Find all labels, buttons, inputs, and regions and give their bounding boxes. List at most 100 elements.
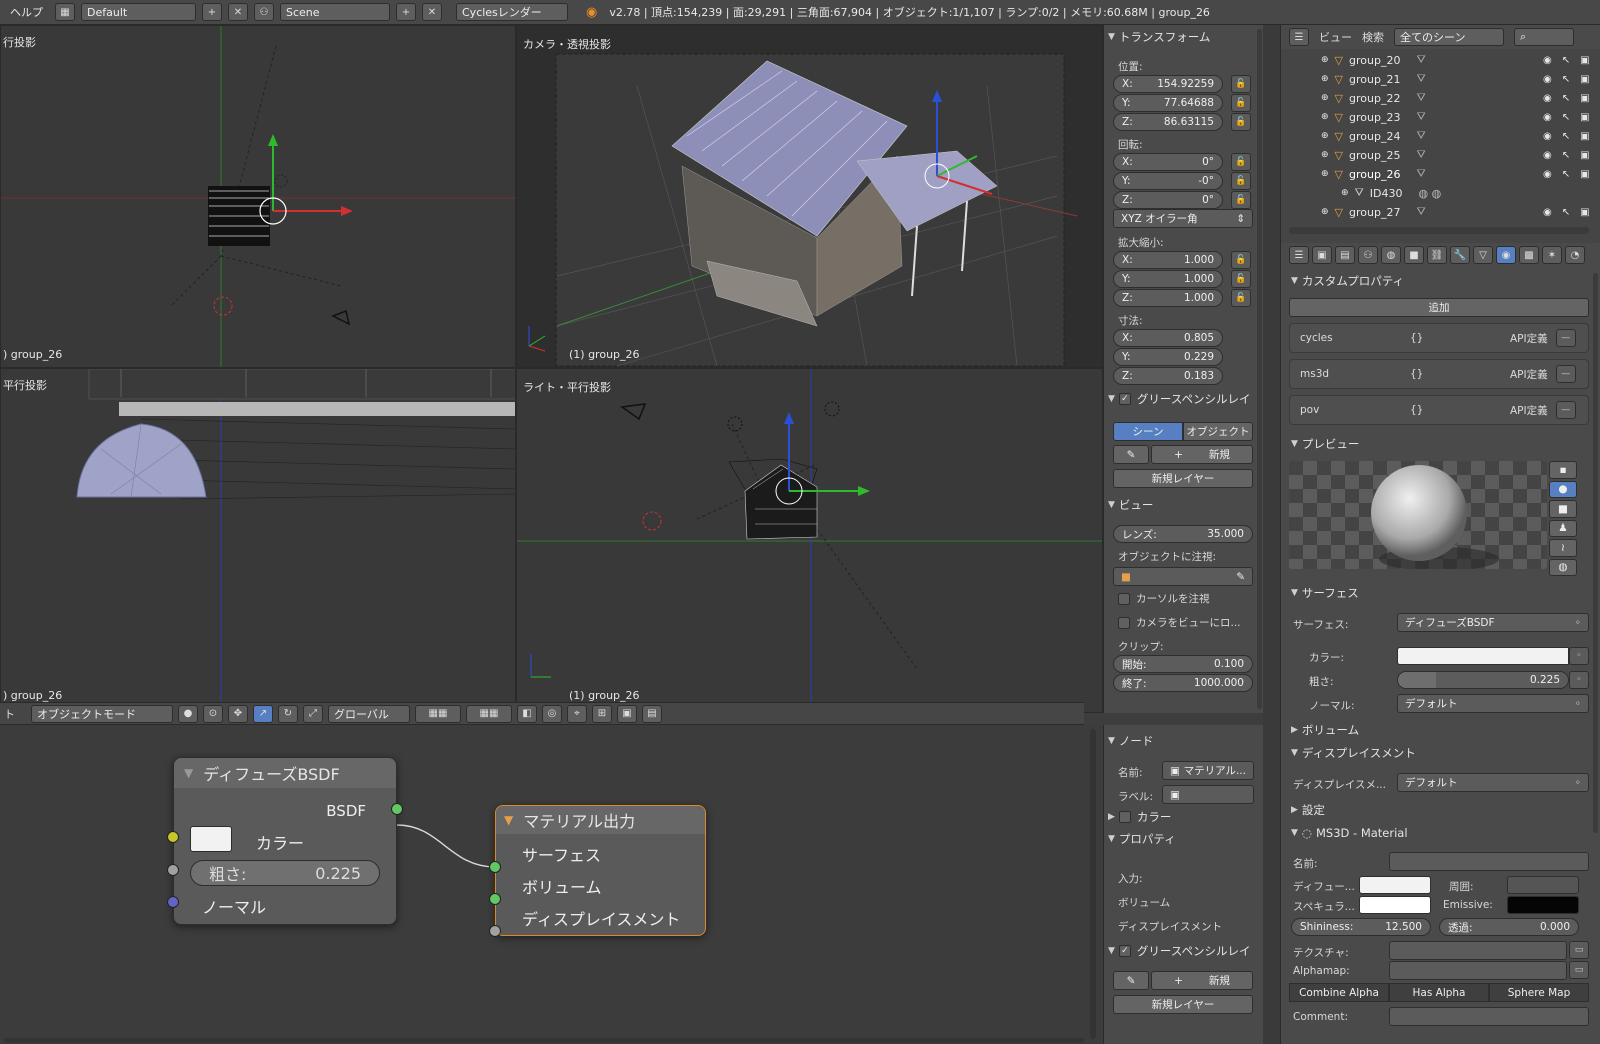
transparency-field[interactable]: 透過: 0.000 (1439, 918, 1579, 936)
lock-object-field[interactable]: ■ ✎ (1113, 567, 1253, 586)
opengl-render-icon[interactable]: ▣ (617, 704, 637, 723)
node-color-checkbox[interactable] (1118, 811, 1131, 823)
collapse-triangle-icon[interactable]: ▼ (504, 813, 513, 827)
node-color-header[interactable]: ▶ カラー (1104, 807, 1171, 827)
expand-icon[interactable]: ⊕ (1321, 169, 1329, 179)
expand-icon[interactable]: ⊕ (1321, 55, 1329, 65)
new-layer-button[interactable]: 新規レイヤー (1113, 469, 1253, 488)
expand-icon[interactable]: ⊕ (1321, 150, 1329, 160)
remove-scene-icon[interactable]: ✕ (422, 3, 442, 21)
cursor-icon[interactable]: ↖ (1562, 169, 1570, 180)
scene-field[interactable]: Scene (280, 3, 390, 21)
rotation-x-field[interactable]: X: 0° (1113, 153, 1223, 171)
displacement-input-socket[interactable] (489, 925, 501, 937)
texture-tab-icon[interactable]: ▩ (1519, 246, 1539, 264)
dimensions-y-field[interactable]: Y: 0.229 (1113, 348, 1223, 366)
location-x-field[interactable]: X: 154.92259 (1113, 75, 1223, 93)
camera-icon[interactable]: ▣ (1580, 93, 1589, 104)
editor-menu-fragment[interactable]: ト (4, 706, 26, 722)
node-grease-header[interactable]: ▼ ✓ グリースペンシルレイ (1104, 941, 1251, 961)
cursor-icon[interactable]: ↖ (1562, 93, 1570, 104)
dimensions-z-field[interactable]: Z: 0.183 (1113, 367, 1223, 385)
expand-icon[interactable]: ⊕ (1321, 207, 1329, 217)
material-output-node[interactable]: ▼ マテリアル出力 サーフェス ボリューム ディスプレイスメント (495, 805, 706, 936)
expand-icon[interactable]: ⊕ (1321, 112, 1329, 122)
viewport-light[interactable]: ライト・平行投影 (1) group_26 (516, 368, 1103, 713)
lock-icon[interactable]: 🔓 (1231, 153, 1251, 171)
camera-icon[interactable]: ▣ (1580, 112, 1589, 123)
outliner-item[interactable]: ⊕ ▽ group_20 ⛛ ◉ ↖ ▣ (1321, 51, 1590, 69)
ms3d-name-field[interactable] (1389, 852, 1589, 871)
lens-field[interactable]: レンズ: 35.000 (1113, 525, 1253, 543)
outliner-item[interactable]: ⊕ ▽ group_25 ⛛ ◉ ↖ ▣ (1321, 146, 1590, 164)
tab-object[interactable]: オブジェクト (1183, 422, 1253, 441)
grease-new-button[interactable]: + 新規 (1151, 445, 1253, 464)
lock-icon[interactable]: 🔓 (1231, 113, 1251, 131)
displacement-select[interactable]: デフォルト ◦ (1397, 773, 1589, 792)
lock-icon[interactable]: 🔓 (1231, 172, 1251, 190)
comment-field[interactable] (1389, 1007, 1589, 1026)
outliner-item[interactable]: ⊕ ▽ group_23 ⛛ ◉ ↖ ▣ (1321, 108, 1590, 126)
node-grease-new-button[interactable]: + 新規 (1151, 971, 1253, 990)
rotation-z-field[interactable]: Z: 0° (1113, 191, 1223, 209)
node-editor-scrollbar[interactable] (1090, 729, 1096, 1039)
render-tab-icon[interactable]: ▣ (1312, 246, 1332, 264)
scene-tab-icon[interactable]: ⚇ (1358, 246, 1378, 264)
viewport-top-left[interactable]: 行投影 ) group_26 (0, 25, 516, 368)
eye-icon[interactable]: ◉ (1543, 207, 1552, 218)
cursor-icon[interactable]: ↖ (1562, 131, 1570, 142)
pencil-icon[interactable]: ✎ (1113, 971, 1149, 990)
properties-scrollbar[interactable] (1593, 273, 1598, 833)
add-layout-icon[interactable]: + (202, 3, 222, 21)
orientation-select[interactable]: グローバル (328, 704, 410, 723)
texture-field[interactable] (1389, 941, 1567, 960)
rotation-mode-select[interactable]: XYZ オイラー角 ⇕ (1113, 209, 1253, 228)
pencil-icon[interactable]: ✎ (1113, 445, 1149, 464)
eyedropper-icon[interactable]: ✎ (1236, 571, 1245, 583)
preview-world-icon[interactable]: ◍ (1549, 558, 1577, 576)
texture-folder-icon[interactable]: ▭ (1569, 941, 1589, 959)
preview-header[interactable]: ▼ プレビュー (1287, 434, 1359, 454)
transform-header[interactable]: ▼ トランスフォーム (1104, 27, 1263, 47)
render-engine-select[interactable]: Cyclesレンダー (456, 3, 568, 21)
outliner-item[interactable]: ⊕ ▽ group_26 ⛛ ◉ ↖ ▣ (1321, 165, 1590, 183)
translate-icon[interactable]: ↗ (253, 704, 273, 723)
grease-pencil-header[interactable]: ▼ ✓ グリースペンシルレイ (1104, 389, 1251, 409)
node-grease-checkbox[interactable]: ✓ (1118, 945, 1131, 957)
modifiers-tab-icon[interactable]: 🔧 (1450, 246, 1470, 264)
add-custom-prop-button[interactable]: 追加 (1289, 298, 1589, 317)
manipulator-icon[interactable]: ✥ (228, 704, 248, 723)
surface-input-socket[interactable] (489, 861, 501, 873)
layer-lock-icon[interactable]: ◧ (517, 704, 537, 723)
roughness-slider[interactable]: 0.225 (1397, 671, 1569, 689)
scale-x-field[interactable]: X: 1.000 (1113, 251, 1223, 269)
world-tab-icon[interactable]: ◍ (1381, 246, 1401, 264)
expand-icon[interactable]: ⊕ (1321, 93, 1329, 103)
outliner-item[interactable]: ⊕ ▽ group_21 ⛛ ◉ ↖ ▣ (1321, 70, 1590, 88)
camera-icon[interactable]: ▣ (1580, 74, 1589, 85)
view-header[interactable]: ▼ ビュー (1104, 495, 1153, 515)
remove-prop-icon[interactable]: — (1555, 401, 1576, 419)
camera-icon[interactable]: ▣ (1580, 131, 1589, 142)
remove-prop-icon[interactable]: — (1555, 329, 1576, 347)
location-y-field[interactable]: Y: 77.64688 (1113, 94, 1223, 112)
lock-icon[interactable]: 🔓 (1231, 94, 1251, 112)
snap-icon[interactable]: ⌖ (567, 704, 587, 723)
camera-icon[interactable]: ▣ (1580, 207, 1589, 218)
clip-start-field[interactable]: 開始: 0.100 (1113, 655, 1253, 673)
remove-layout-icon[interactable]: ✕ (228, 3, 248, 21)
ms3d-mode-button[interactable]: Sphere Map (1489, 983, 1589, 1002)
outliner-search-field[interactable]: ⌕ (1514, 28, 1574, 46)
camera-icon[interactable]: ▣ (1580, 55, 1589, 66)
pivot-icon[interactable]: ⊙ (203, 704, 223, 723)
eye-icon[interactable]: ◉ (1543, 112, 1552, 123)
color-link-icon[interactable]: ◦ (1569, 647, 1589, 665)
grease-pencil-checkbox[interactable]: ✓ (1118, 393, 1131, 405)
material-output-header[interactable]: ▼ マテリアル出力 (496, 806, 705, 834)
rotation-y-field[interactable]: Y: -0° (1113, 172, 1223, 190)
proportional-edit-icon[interactable]: ◎ (542, 704, 562, 723)
constraints-tab-icon[interactable]: ⛓ (1427, 246, 1447, 264)
rotate-icon[interactable]: ↻ (278, 704, 298, 723)
node-name-field[interactable]: ▣ マテリアル... (1162, 761, 1254, 780)
layers-tab-icon[interactable]: ▤ (1335, 246, 1355, 264)
